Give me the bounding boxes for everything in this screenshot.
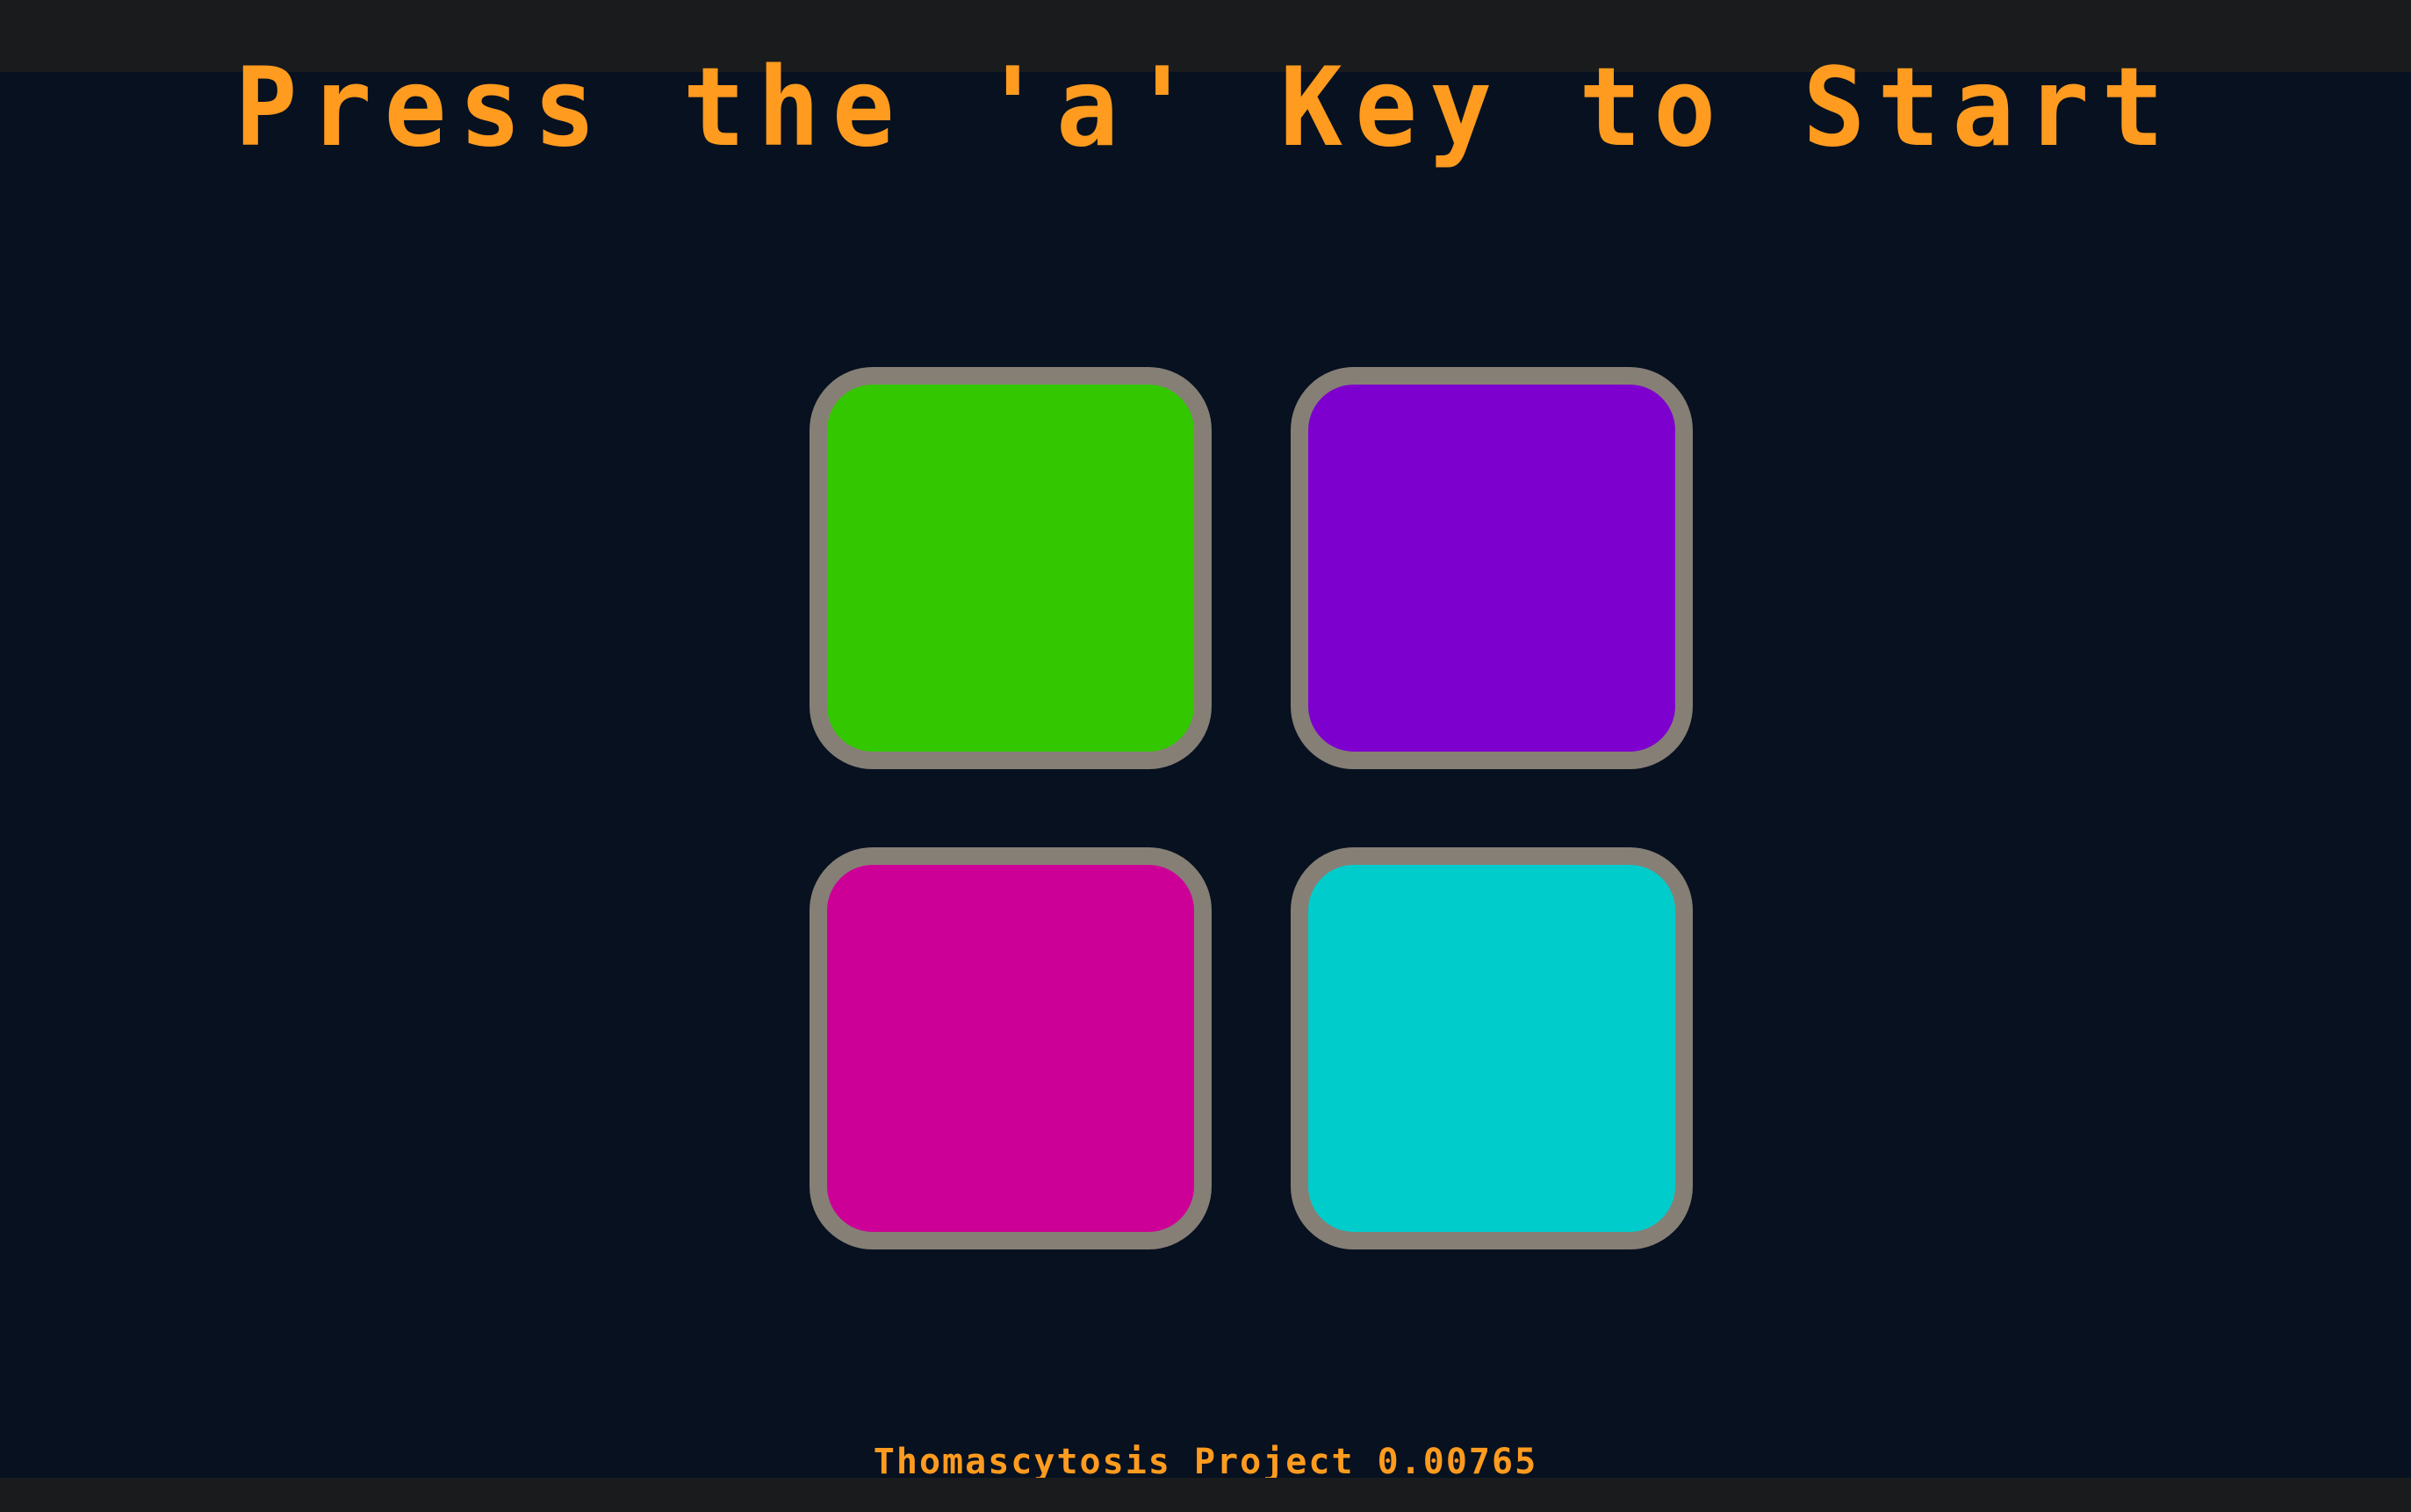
purple-pad[interactable]	[1291, 367, 1693, 769]
bottom-frame-bar	[0, 1478, 2411, 1512]
game-canvas[interactable]	[0, 72, 2411, 1478]
green-pad[interactable]	[810, 367, 1212, 769]
magenta-pad[interactable]	[810, 847, 1212, 1249]
cyan-pad[interactable]	[1291, 847, 1693, 1249]
start-prompt-title: Press the 'a' Key to Start	[234, 43, 2177, 171]
game-window: Press the 'a' Key to Start Thomascytosis…	[0, 0, 2411, 1512]
